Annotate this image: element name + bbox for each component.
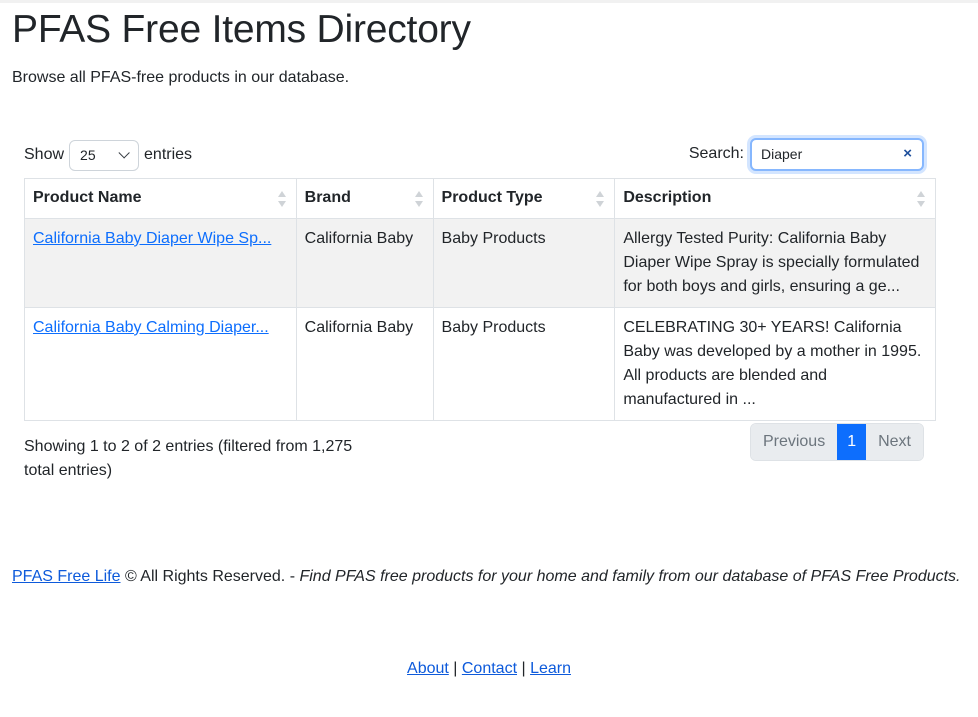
previous-page-button[interactable]: Previous [750,423,838,460]
description-cell: CELEBRATING 30+ YEARS! California Baby w… [614,306,936,421]
contact-link[interactable]: Contact [462,660,517,677]
entries-label: entries [144,146,193,164]
table-footer: Showing 1 to 2 of 2 entries (filtered fr… [24,421,924,501]
link-separator: | [448,659,462,677]
table-header-row: Product Name Brand Product Type Descript… [24,177,936,219]
products-table: Product Name Brand Product Type Descript… [24,177,936,421]
search-input-value: Diaper [761,145,803,162]
column-header-description[interactable]: Description [614,177,936,219]
table-controls: Show 25 entries Search: Diaper × [24,137,924,178]
page-1-button[interactable]: 1 [837,423,867,460]
column-header-label: Brand [304,188,351,206]
column-header-brand[interactable]: Brand [295,177,434,219]
entries-select-value: 25 [80,146,96,163]
product-name-cell: California Baby Calming Diaper... [24,306,297,421]
table-row: California Baby Calming Diaper... Califo… [24,306,936,421]
sort-icon [917,190,925,207]
table-row: California Baby Diaper Wipe Sp... Califo… [24,217,936,308]
column-header-product-name[interactable]: Product Name [24,177,297,219]
search-input[interactable]: Diaper × [750,137,924,171]
footer-links: About | Contact | Learn [12,657,966,681]
show-label: Show [24,146,65,164]
rights-text: © All Rights Reserved. - [120,567,300,585]
column-header-label: Description [623,188,712,206]
page-subtitle: Browse all PFAS-free products in our dat… [12,68,350,86]
brand-cell: California Baby [295,217,434,308]
clear-search-icon[interactable]: × [903,143,912,166]
sort-icon [414,190,423,207]
sort-icon [277,190,286,207]
pagination: Previous 1 Next [749,422,924,461]
brand-cell: California Baby [295,306,434,421]
learn-link[interactable]: Learn [530,660,571,677]
search-label: Search: [688,145,744,163]
description-cell: Allergy Tested Purity: California Baby D… [614,217,936,308]
link-separator: | [517,659,531,677]
footer-text: PFAS Free Life © All Rights Reserved. - … [12,565,966,589]
entries-length-control: Show 25 entries [24,139,193,171]
product-link[interactable]: California Baby Diaper Wipe Sp... [33,230,271,247]
table-info: Showing 1 to 2 of 2 entries (filtered fr… [24,437,353,479]
chevron-down-icon [118,147,130,159]
column-header-label: Product Type [441,188,543,206]
entries-select[interactable]: 25 [69,139,140,171]
search-control: Search: Diaper × [688,137,924,171]
about-link[interactable]: About [407,660,449,677]
product-link[interactable]: California Baby Calming Diaper... [33,319,269,336]
column-header-label: Product Name [33,188,142,206]
page-container: PFAS Free Items Directory Browse all PFA… [0,7,978,681]
next-page-button[interactable]: Next [866,423,923,460]
sort-icon [596,190,605,207]
top-border [0,0,978,3]
page-title: PFAS Free Items Directory [12,8,471,51]
product-type-cell: Baby Products [432,306,616,421]
footer-tagline: Find PFAS free products for your home an… [299,567,961,585]
site-link[interactable]: PFAS Free Life [12,568,121,585]
product-name-cell: California Baby Diaper Wipe Sp... [24,217,297,308]
product-type-cell: Baby Products [432,217,616,308]
column-header-product-type[interactable]: Product Type [432,177,616,219]
